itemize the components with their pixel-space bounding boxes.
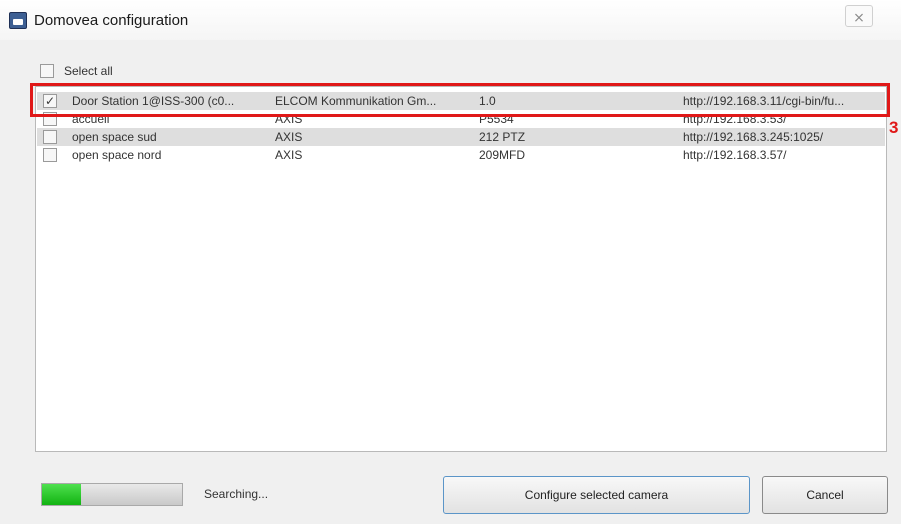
select-all-label: Select all <box>64 64 113 78</box>
configure-selected-camera-button[interactable]: Configure selected camera <box>443 476 750 514</box>
highlight-box <box>30 83 890 117</box>
camera-checkbox[interactable] <box>43 130 57 144</box>
window-title: Domovea configuration <box>34 12 189 29</box>
status-text: Searching... <box>204 487 269 501</box>
select-all-checkbox[interactable] <box>40 64 54 78</box>
camera-row[interactable]: open space sud AXIS 212 PTZ http://192.1… <box>37 128 885 146</box>
camera-url: http://192.168.3.245:1025/ <box>683 130 824 144</box>
camera-model: 212 PTZ <box>479 130 526 144</box>
search-progress-bar <box>41 483 183 506</box>
camera-url: http://192.168.3.57/ <box>683 148 787 162</box>
camera-name: open space nord <box>72 148 162 162</box>
cancel-button[interactable]: Cancel <box>762 476 888 514</box>
select-all-row[interactable]: Select all <box>40 62 113 80</box>
close-button[interactable]: ⨯ <box>845 5 873 27</box>
progress-fill <box>42 484 82 505</box>
domovea-configuration-dialog: Domovea configuration ⨯ Select all Door … <box>0 0 901 524</box>
camera-list[interactable]: Door Station 1@ISS-300 (c0... ELCOM Komm… <box>35 86 887 452</box>
camera-manufacturer: AXIS <box>275 130 303 144</box>
camera-checkbox[interactable] <box>43 148 57 162</box>
callout-number: 3 <box>889 118 899 137</box>
camera-name: open space sud <box>72 130 157 144</box>
title-bar: Domovea configuration ⨯ <box>0 0 901 40</box>
camera-model: 209MFD <box>479 148 526 162</box>
camera-row[interactable]: open space nord AXIS 209MFD http://192.1… <box>37 146 885 164</box>
domovea-app-icon <box>9 12 27 29</box>
camera-manufacturer: AXIS <box>275 148 303 162</box>
